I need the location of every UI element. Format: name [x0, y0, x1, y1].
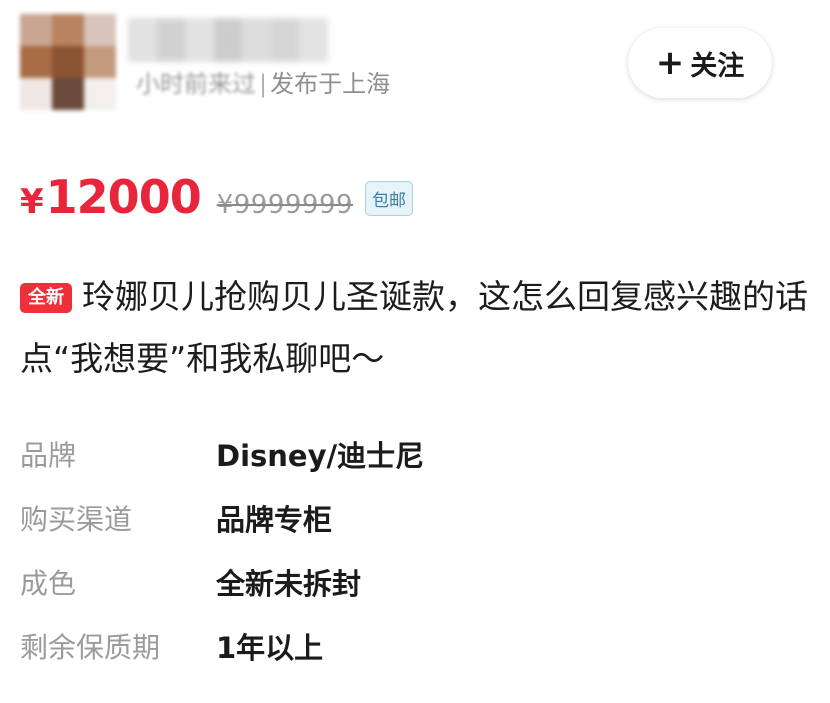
name-blur-block: [185, 18, 214, 62]
attribute-value: Disney/迪士尼: [216, 439, 425, 473]
name-blur-block: [213, 18, 243, 62]
seller-avatar[interactable]: [20, 14, 116, 110]
avatar-pixel: [84, 78, 116, 110]
name-blur-block: [128, 18, 157, 62]
avatar-pixel: [20, 14, 52, 46]
condition-badge: 全新: [20, 283, 72, 313]
listing-title: 全新 玲娜贝儿抢购贝儿圣诞款，这怎么回复感兴趣的话点“我想要”和我私聊吧～: [20, 266, 810, 390]
attribute-row-channel: 购买渠道 品牌专柜: [20, 486, 810, 550]
listing-page: 小时前来过 | 发布于上海 + 关注 ¥ 12000 ¥9999999 包邮 全新玲…: [0, 0, 830, 703]
attribute-list: 品牌 Disney/迪士尼 购买渠道 品牌专柜 成色 全新未拆封 剩余保质期 1…: [20, 422, 810, 678]
attribute-value: 全新未拆封: [216, 567, 362, 601]
avatar-pixel: [84, 14, 116, 46]
follow-button[interactable]: + 关注: [628, 28, 772, 98]
name-blur-block: [156, 18, 186, 62]
attribute-value: 1年以上: [216, 631, 324, 665]
attribute-label: 成色: [20, 567, 77, 600]
currency-symbol: ¥: [20, 182, 44, 222]
seller-meta: 小时前来过 | 发布于上海: [136, 64, 390, 99]
attribute-value: 品牌专柜: [216, 503, 333, 537]
free-shipping-tag: 包邮: [365, 180, 414, 216]
attribute-label: 品牌: [20, 439, 77, 472]
original-price: ¥9999999: [216, 190, 354, 220]
avatar-pixel: [52, 46, 84, 78]
attribute-row-brand: 品牌 Disney/迪士尼: [20, 422, 810, 486]
seller-name-blurred[interactable]: [128, 18, 329, 62]
avatar-pixel: [84, 46, 116, 78]
avatar-pixel: [52, 14, 84, 46]
avatar-pixel: [52, 78, 84, 110]
attribute-label: 购买渠道: [20, 503, 133, 536]
attribute-row-shelf-life: 剩余保质期 1年以上: [20, 614, 810, 678]
attribute-row-condition: 成色 全新未拆封: [20, 550, 810, 614]
meta-separator: |: [259, 70, 268, 98]
follow-label: 关注: [690, 50, 745, 82]
price-row: ¥ 12000 ¥9999999 包邮: [20, 170, 414, 230]
current-price: 12000: [45, 170, 202, 224]
listing-title-text: 玲娜贝儿抢购贝儿圣诞款，这怎么回复感兴趣的话点“我想要”和我私聊吧～: [20, 277, 808, 378]
last-seen-text: 小时前来过: [136, 70, 256, 98]
publish-location: 发布于上海: [270, 70, 391, 98]
name-blur-block: [299, 18, 329, 62]
name-blur-block: [242, 18, 271, 62]
attribute-label: 剩余保质期: [20, 631, 161, 664]
avatar-pixel: [20, 46, 52, 78]
plus-icon: +: [655, 43, 685, 83]
name-blur-block: [270, 18, 300, 62]
avatar-pixel: [20, 78, 52, 110]
